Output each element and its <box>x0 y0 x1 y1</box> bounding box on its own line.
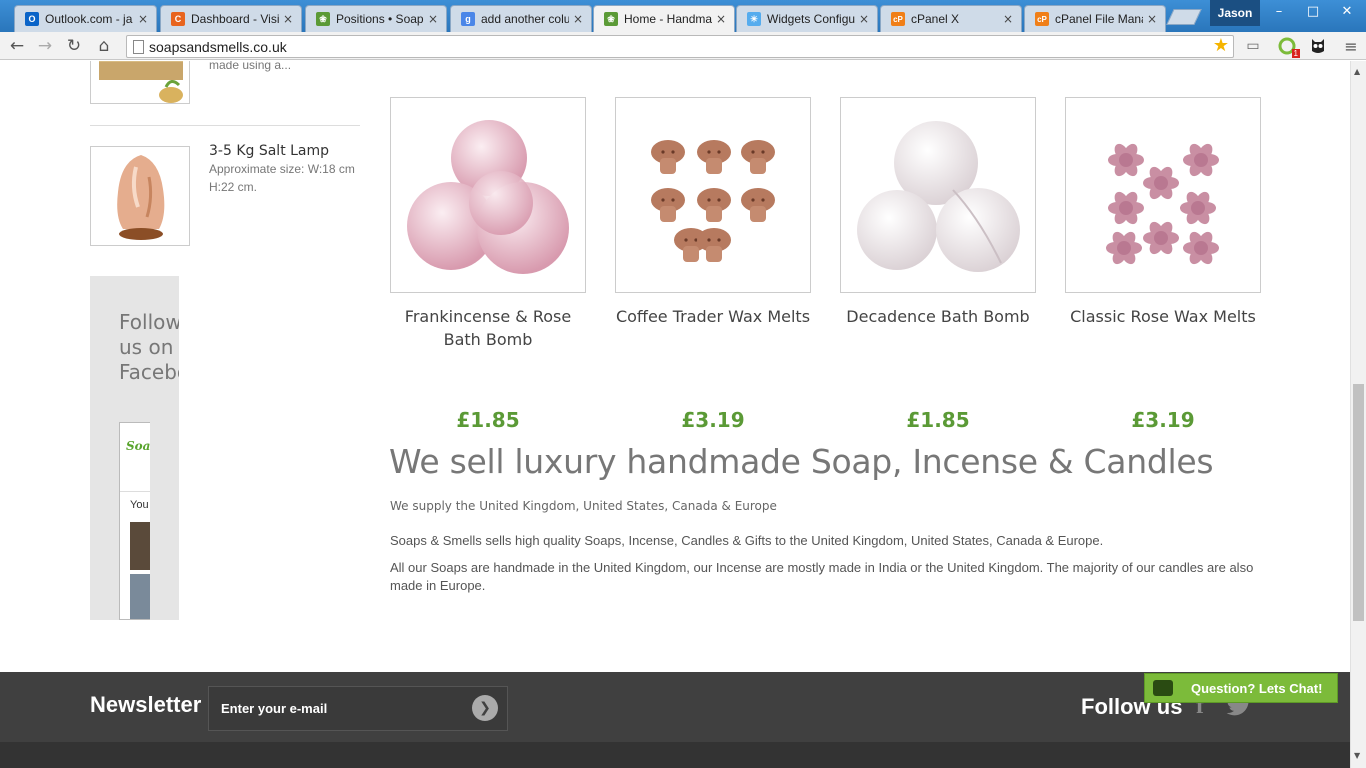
intro-paragraph: Soaps & Smells sells high quality Soaps,… <box>390 533 1104 548</box>
tab-outlook[interactable]: O Outlook.com - ja × <box>14 5 157 32</box>
twitter-favicon-icon: ☀ <box>747 12 761 26</box>
tab-label: Positions • Soap <box>336 12 424 26</box>
product-price: £1.85 <box>456 408 520 432</box>
divider <box>120 491 150 492</box>
page-icon <box>133 40 144 54</box>
web-page: made using a... 3-5 Kg Salt Lamp Approxi… <box>0 61 1350 768</box>
tab-label: Home - Handma <box>624 12 712 26</box>
scroll-up-icon[interactable]: ▲ <box>1354 67 1360 76</box>
star-icon[interactable]: ★ <box>1213 35 1229 56</box>
product-image[interactable] <box>615 97 811 293</box>
chat-bubble-icon <box>1153 680 1173 696</box>
facebook-follow-title: Follow us on Facebook <box>119 310 179 384</box>
close-tab-icon[interactable]: × <box>859 12 869 26</box>
tab-label: Dashboard - Visi <box>191 12 279 26</box>
tab-label: Widgets Configu <box>767 12 855 26</box>
url-text[interactable]: soapsandsmells.co.uk <box>149 39 287 55</box>
home-icon[interactable]: ⌂ <box>92 35 116 57</box>
sidebar-product-thumb[interactable] <box>90 146 190 246</box>
tab-label: Outlook.com - ja <box>45 12 133 26</box>
minimize-icon[interactable]: – <box>1264 4 1294 19</box>
newsletter-label: Newsletter <box>90 692 202 717</box>
tab-strip: O Outlook.com - ja × C Dashboard - Visi … <box>0 0 1366 32</box>
close-tab-icon[interactable]: × <box>428 12 438 26</box>
footer-bottom-strip <box>0 742 1350 768</box>
cast-icon[interactable]: ▭ <box>1243 36 1263 56</box>
tab-widgets[interactable]: ☀ Widgets Configu × <box>736 5 878 32</box>
tab-label: cPanel X <box>911 12 960 26</box>
close-tab-icon[interactable]: × <box>573 12 583 26</box>
maximize-icon[interactable]: □ <box>1298 4 1328 19</box>
back-icon[interactable]: ← <box>5 35 29 57</box>
avatar[interactable] <box>130 574 150 619</box>
browser-toolbar: ← → ↻ ⌂ soapsandsmells.co.uk ★ <box>0 32 1366 60</box>
close-window-icon[interactable]: ✕ <box>1332 4 1362 19</box>
close-tab-icon[interactable]: × <box>138 12 148 26</box>
sidebar-product-desc: Approximate size: W:18 cm H:22 cm. <box>209 162 355 194</box>
page-headline: We sell luxury handmade Soap, Incense & … <box>389 442 1214 481</box>
tab-dashboard[interactable]: C Dashboard - Visi × <box>160 5 302 32</box>
sidebar-product-thumb[interactable] <box>90 61 190 104</box>
leaf-favicon-icon: ❀ <box>604 12 618 26</box>
sidebar-divider <box>90 125 360 126</box>
profile-user-badge[interactable]: Jason <box>1210 0 1260 26</box>
tab-cpanel[interactable]: cP cPanel X × <box>880 5 1022 32</box>
sidebar-product-desc: made using a... <box>209 61 292 72</box>
facebook-you-label: You <box>130 499 149 511</box>
page-subheadline: We supply the United Kingdom, United Sta… <box>390 499 777 513</box>
product-image[interactable] <box>840 97 1036 293</box>
tab-add-column[interactable]: g add another colu × <box>450 5 592 32</box>
extension-badge: 1 <box>1291 49 1300 58</box>
tab-home-active[interactable]: ❀ Home - Handma × <box>593 5 735 32</box>
close-tab-icon[interactable]: × <box>1003 12 1013 26</box>
intro-paragraph: All our Soaps are handmade in the United… <box>390 560 1254 593</box>
extension-icon[interactable]: 1 <box>1277 36 1300 58</box>
tab-label: add another colu <box>481 12 569 26</box>
arrow-right-icon[interactable]: ❯ <box>472 695 498 721</box>
leaf-favicon-icon: ❀ <box>316 12 330 26</box>
live-chat-button[interactable]: Question? Lets Chat! <box>1144 673 1338 703</box>
page-scrollbar[interactable]: ▲ ▼ <box>1350 61 1366 768</box>
google-favicon-icon: g <box>461 12 475 26</box>
product-name[interactable]: Classic Rose Wax Melts <box>1065 305 1261 328</box>
forward-icon[interactable]: → <box>33 35 57 57</box>
product-image[interactable] <box>390 97 586 293</box>
soaps-logo: Soaps & Smells <box>126 439 150 453</box>
product-price: £3.19 <box>681 408 745 432</box>
close-tab-icon[interactable]: × <box>716 12 726 26</box>
product-name[interactable]: Frankincense & Rose Bath Bomb <box>390 305 586 351</box>
product-price: £1.85 <box>906 408 970 432</box>
close-tab-icon[interactable]: × <box>283 12 293 26</box>
avatar[interactable] <box>130 522 150 570</box>
tab-cpanel-file-manager[interactable]: cP cPanel File Mana × <box>1024 5 1166 32</box>
chat-label: Question? Lets Chat! <box>1191 680 1323 696</box>
product-name[interactable]: Coffee Trader Wax Melts <box>615 305 811 328</box>
owl-extension-icon[interactable] <box>1308 36 1328 56</box>
cpanel-favicon-icon: cP <box>1035 12 1049 26</box>
sidebar-product-title[interactable]: 3-5 Kg Salt Lamp <box>209 143 329 159</box>
facebook-follow-box: Follow us on Facebook Soaps & Smells You <box>90 276 179 620</box>
product-image[interactable] <box>1065 97 1261 293</box>
address-bar[interactable]: soapsandsmells.co.uk ★ <box>126 35 1234 58</box>
product-name[interactable]: Decadence Bath Bomb <box>840 305 1036 328</box>
scrollbar-thumb[interactable] <box>1353 384 1364 621</box>
close-tab-icon[interactable]: × <box>1147 12 1157 26</box>
dashboard-favicon-icon: C <box>171 12 185 26</box>
menu-icon[interactable]: ≡ <box>1341 36 1361 56</box>
tab-label: cPanel File Mana <box>1055 12 1143 26</box>
new-tab-button[interactable] <box>1166 9 1202 25</box>
reload-icon[interactable]: ↻ <box>62 35 86 57</box>
cpanel-favicon-icon: cP <box>891 12 905 26</box>
newsletter-email-input[interactable] <box>208 686 508 731</box>
product-price: £3.19 <box>1131 408 1195 432</box>
tab-positions[interactable]: ❀ Positions • Soap × <box>305 5 447 32</box>
scroll-down-icon[interactable]: ▼ <box>1354 751 1360 760</box>
outlook-favicon-icon: O <box>25 12 39 26</box>
facebook-page-widget[interactable]: Soaps & Smells You <box>119 422 150 620</box>
